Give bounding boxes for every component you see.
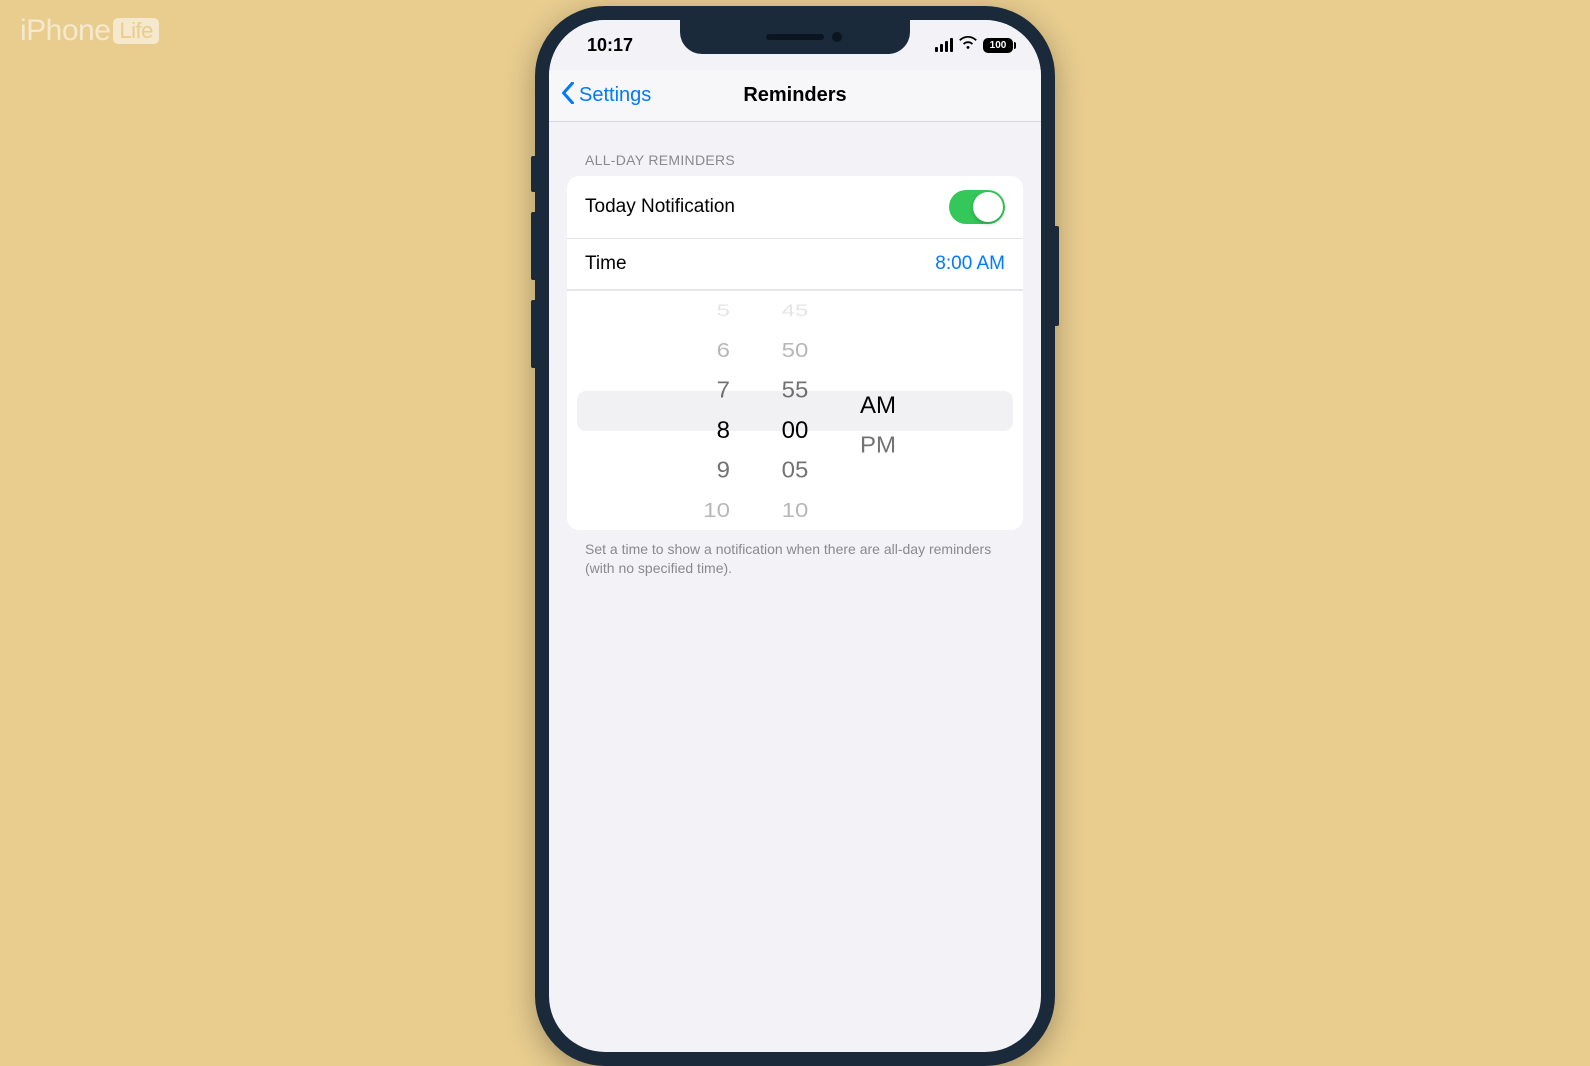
picker-minute-option[interactable]: 10	[782, 494, 809, 528]
picker-hour-option[interactable]: 9	[717, 452, 730, 490]
today-notification-label: Today Notification	[585, 196, 735, 218]
picker-hour-selected[interactable]: 8	[717, 411, 730, 451]
picker-hour-option[interactable]: 5	[717, 297, 730, 325]
phone-screen: 10:17 100 Settings Reminders	[549, 20, 1041, 1052]
status-indicators: 100	[935, 36, 1014, 55]
picker-minute-option[interactable]: 05	[782, 452, 809, 490]
time-value: 8:00 AM	[935, 253, 1005, 275]
picker-minute-option[interactable]: 45	[782, 297, 809, 325]
picker-hour-option[interactable]: 7	[717, 372, 730, 410]
phone-notch	[680, 20, 910, 54]
cellular-signal-icon	[935, 38, 954, 52]
picker-hour-option[interactable]: 6	[717, 334, 730, 368]
today-notification-row: Today Notification	[567, 176, 1023, 239]
section-header: ALL-DAY REMINDERS	[567, 152, 1023, 176]
picker-minute-selected[interactable]: 00	[782, 411, 809, 451]
back-button-label: Settings	[579, 84, 651, 107]
wifi-icon	[959, 36, 977, 55]
back-button[interactable]: Settings	[561, 82, 651, 110]
front-camera	[832, 32, 842, 42]
watermark-text-a: iPhone	[20, 14, 110, 48]
phone-device-frame: 10:17 100 Settings Reminders	[535, 6, 1055, 1066]
picker-ampm-column[interactable]: AM PM	[860, 291, 910, 530]
picker-hour-column[interactable]: 5 6 7 8 9 10 11	[680, 291, 730, 530]
time-label: Time	[585, 253, 627, 275]
time-picker[interactable]: 5 6 7 8 9 10 11 45 50 55 00 05 10	[567, 290, 1023, 530]
phone-side-button-right	[1054, 226, 1059, 326]
picker-minute-column[interactable]: 45 50 55 00 05 10 15	[770, 291, 820, 530]
picker-minute-option[interactable]: 55	[782, 372, 809, 410]
time-row[interactable]: Time 8:00 AM	[567, 239, 1023, 290]
page-title: Reminders	[743, 84, 846, 107]
picker-minute-option[interactable]: 50	[782, 334, 809, 368]
phone-side-buttons-left	[531, 156, 535, 388]
chevron-left-icon	[561, 82, 575, 110]
watermark-text-b: Life	[113, 18, 158, 44]
picker-hour-option[interactable]: 10	[703, 494, 730, 528]
settings-group: Today Notification Time 8:00 AM 5 6 7	[567, 176, 1023, 530]
navigation-bar: Settings Reminders	[549, 70, 1041, 122]
watermark-logo: iPhone Life	[20, 14, 159, 48]
today-notification-toggle[interactable]	[949, 190, 1005, 224]
picker-ampm-option[interactable]: PM	[860, 427, 896, 465]
toggle-knob	[973, 192, 1003, 222]
settings-content: ALL-DAY REMINDERS Today Notification Tim…	[549, 122, 1041, 588]
picker-ampm-selected[interactable]: AM	[860, 386, 896, 426]
battery-level: 100	[990, 40, 1007, 51]
section-footer-note: Set a time to show a notification when t…	[567, 530, 1023, 588]
status-time: 10:17	[577, 35, 633, 56]
speaker-grille	[766, 34, 824, 40]
battery-icon: 100	[983, 38, 1013, 53]
